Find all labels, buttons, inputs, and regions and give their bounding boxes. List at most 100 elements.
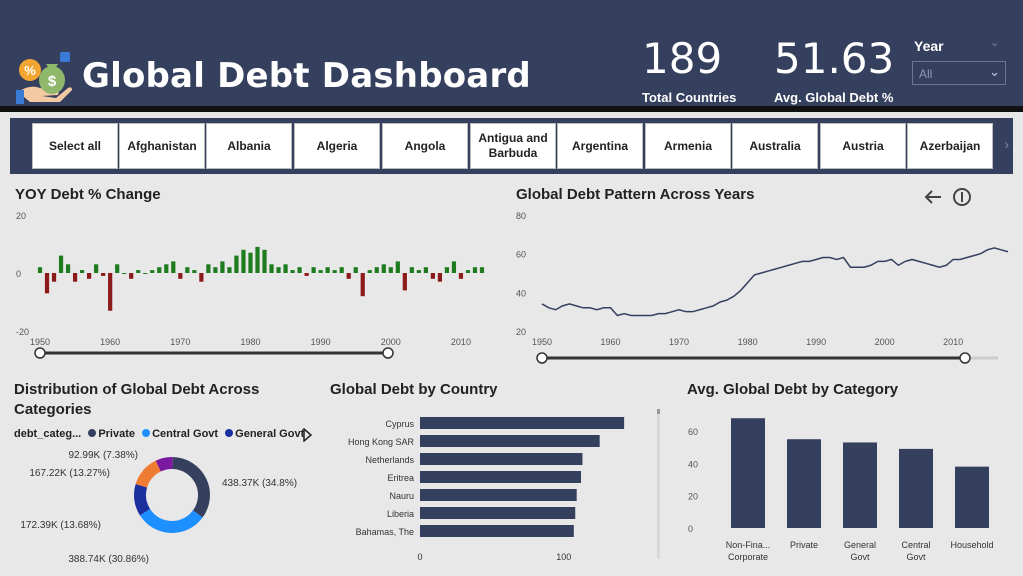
debt-series-line[interactable]: [541, 247, 1009, 317]
chart-bar[interactable]: [122, 273, 127, 274]
chart-bar[interactable]: [479, 267, 485, 273]
chart-bar[interactable]: [423, 267, 428, 273]
legend-item[interactable]: Central Govt: [152, 428, 218, 440]
chart-bar[interactable]: [339, 267, 344, 273]
filter-country[interactable]: Austria: [820, 123, 906, 169]
filter-country[interactable]: Azerbaijan: [907, 123, 993, 169]
chart-bar[interactable]: [787, 439, 821, 528]
chart-bar[interactable]: [143, 273, 148, 274]
chart-bar[interactable]: [178, 273, 183, 279]
year-collapse-chevron-icon[interactable]: ⌄: [990, 36, 999, 49]
chart-bar[interactable]: [171, 261, 176, 273]
chart-bar[interactable]: [360, 273, 365, 297]
slider-handle-start[interactable]: [536, 352, 548, 364]
chart-bar[interactable]: [269, 264, 274, 273]
chart-bar[interactable]: [420, 435, 600, 447]
year-dropdown[interactable]: All ⌄: [912, 61, 1006, 85]
chart-bar[interactable]: [129, 273, 134, 279]
info-icon[interactable]: [952, 187, 972, 207]
chart-bar[interactable]: [843, 442, 877, 528]
chart-bar[interactable]: [227, 267, 232, 273]
chart-bar[interactable]: [899, 448, 933, 528]
chart-bar[interactable]: [731, 418, 765, 528]
chart-bar[interactable]: [420, 525, 574, 537]
chart-bar[interactable]: [465, 270, 471, 273]
chart-bar[interactable]: [255, 246, 260, 273]
donut-slice[interactable]: [172, 457, 210, 518]
chart-bar[interactable]: [374, 267, 379, 273]
chart-bar[interactable]: [325, 267, 330, 273]
chart-bar[interactable]: [420, 507, 576, 519]
chart-bar[interactable]: [37, 267, 43, 273]
chart-bar[interactable]: [420, 417, 625, 429]
chart-bar[interactable]: [213, 267, 218, 273]
chart-bar[interactable]: [472, 267, 478, 273]
chart-bar[interactable]: [444, 267, 450, 273]
chart-bar[interactable]: [51, 273, 57, 282]
filter-select-all[interactable]: Select all: [32, 123, 118, 169]
chart-bar[interactable]: [297, 267, 302, 273]
chart-bar[interactable]: [248, 252, 253, 273]
chart-bar[interactable]: [157, 267, 162, 273]
donut-slice[interactable]: [139, 508, 203, 533]
chart-bar[interactable]: [416, 270, 421, 273]
chart-bar[interactable]: [451, 261, 457, 273]
filter-country[interactable]: Armenia: [645, 123, 731, 169]
filter-country[interactable]: Australia: [732, 123, 818, 169]
chart-bar[interactable]: [234, 255, 239, 273]
chart-bar[interactable]: [955, 466, 989, 528]
slider-handle-end[interactable]: [382, 347, 394, 359]
chart-bar[interactable]: [108, 273, 113, 311]
chart-bar[interactable]: [87, 273, 92, 279]
chart-bar[interactable]: [458, 273, 464, 279]
filter-country[interactable]: Afghanistan: [119, 123, 205, 169]
legend-item[interactable]: Private: [98, 428, 135, 440]
chart-bar[interactable]: [79, 270, 85, 273]
chart-bar[interactable]: [353, 267, 358, 273]
filter-country[interactable]: Albania: [206, 123, 292, 169]
chart-bar[interactable]: [409, 267, 414, 273]
chart-bar[interactable]: [164, 264, 169, 273]
chart-bar[interactable]: [332, 270, 337, 273]
chart-bar[interactable]: [388, 267, 393, 273]
chart-bar[interactable]: [402, 273, 407, 291]
chart-bar[interactable]: [44, 273, 50, 294]
chart-bar[interactable]: [206, 264, 211, 273]
chart-bar[interactable]: [290, 270, 295, 273]
legend-next-icon[interactable]: [302, 428, 312, 442]
donut-slice[interactable]: [135, 460, 161, 488]
chart-bar[interactable]: [395, 261, 400, 273]
chart-bar[interactable]: [94, 264, 99, 273]
chart-bar[interactable]: [420, 489, 577, 501]
chart-bar[interactable]: [420, 471, 581, 483]
slider-handle-start[interactable]: [34, 347, 46, 359]
chart-bar[interactable]: [283, 264, 288, 273]
chart-bar[interactable]: [220, 261, 225, 273]
chart-bar[interactable]: [150, 270, 155, 273]
chart-bar[interactable]: [430, 273, 435, 279]
filter-country[interactable]: Algeria: [294, 123, 380, 169]
chart-bar[interactable]: [311, 267, 316, 273]
chart-bar[interactable]: [420, 453, 583, 465]
chart-bar[interactable]: [72, 273, 78, 282]
scrollbar-thumb[interactable]: [657, 409, 660, 414]
chart-bar[interactable]: [199, 273, 204, 282]
chart-bar[interactable]: [318, 270, 323, 273]
filter-country[interactable]: Angola: [382, 123, 468, 169]
filter-country[interactable]: Antigua and Barbuda: [470, 123, 556, 169]
chart-bar[interactable]: [101, 273, 106, 276]
legend-item[interactable]: General Govt: [235, 428, 304, 440]
chart-bar[interactable]: [437, 273, 443, 282]
chart-bar[interactable]: [136, 270, 141, 273]
scrollbar-track[interactable]: [657, 409, 660, 559]
chart-bar[interactable]: [65, 264, 71, 273]
chart-bar[interactable]: [304, 273, 309, 276]
chart-bar[interactable]: [58, 255, 64, 273]
filter-country[interactable]: Argentina: [557, 123, 643, 169]
chart-bar[interactable]: [241, 249, 246, 273]
chart-bar[interactable]: [192, 270, 197, 273]
chart-bar[interactable]: [346, 273, 351, 279]
chart-bar[interactable]: [276, 267, 281, 273]
chart-bar[interactable]: [262, 249, 267, 273]
chart-bar[interactable]: [185, 267, 190, 273]
